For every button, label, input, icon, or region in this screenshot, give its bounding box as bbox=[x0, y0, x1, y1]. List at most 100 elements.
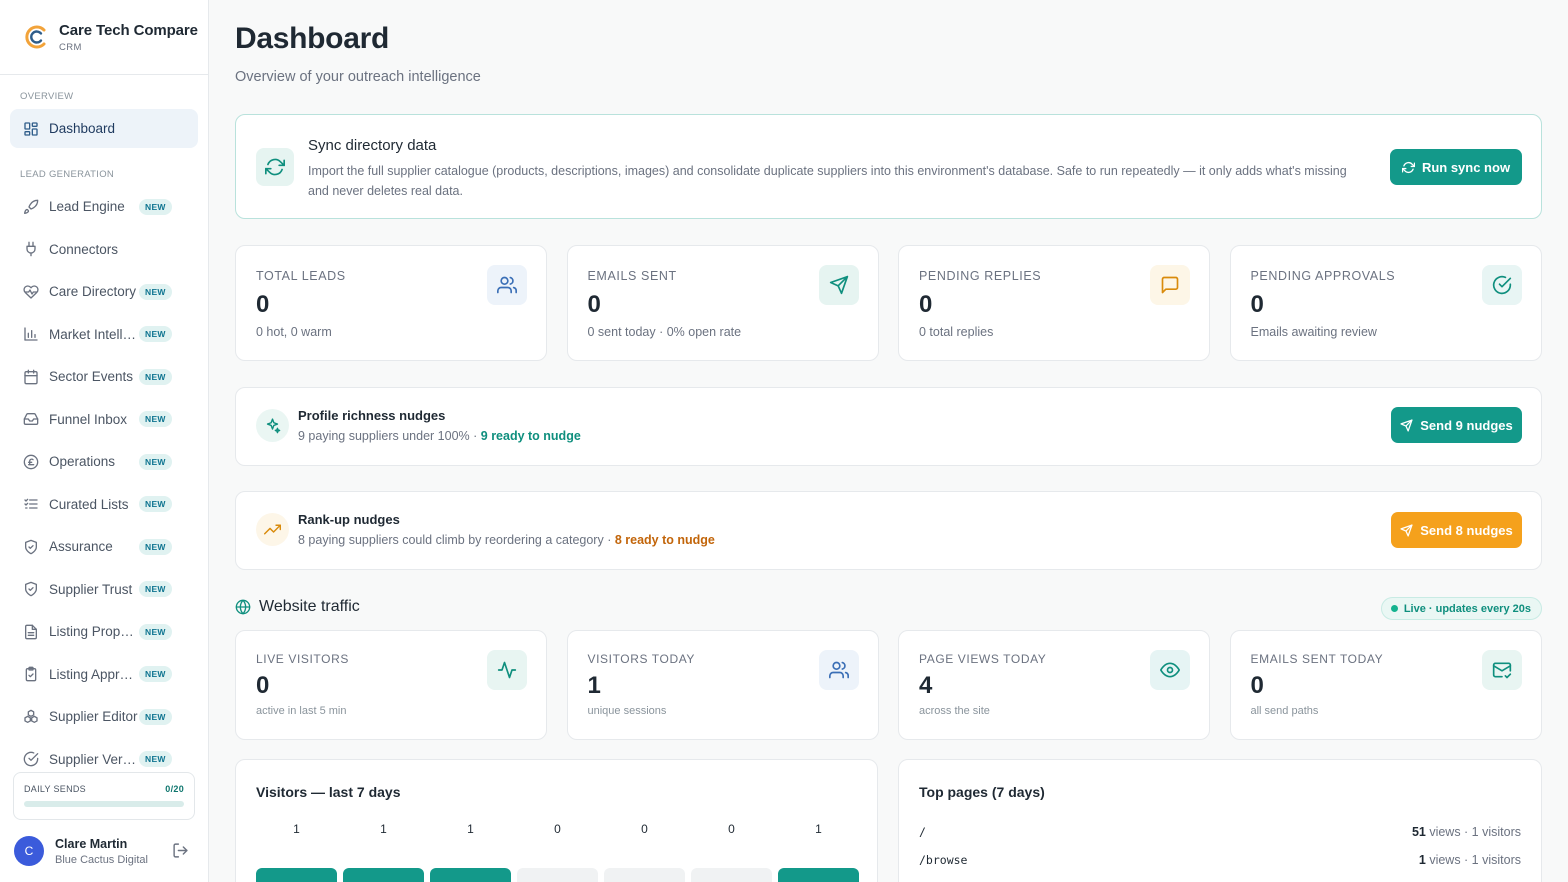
stat-value: 0 bbox=[1250, 291, 1264, 318]
new-badge: NEW bbox=[139, 283, 172, 300]
sidebar-item-label: Funnel Inbox bbox=[49, 411, 128, 427]
sidebar-item-listing-proposals[interactable]: Listing ProposalsNEW bbox=[10, 612, 198, 651]
daily-sends-value: 0/20 bbox=[165, 784, 184, 794]
profile-nudge-ready: 9 ready to nudge bbox=[480, 429, 581, 443]
sidebar-item-lead-engine[interactable]: Lead Engine NEW bbox=[10, 187, 198, 226]
heart-icon bbox=[23, 284, 39, 300]
top-pages-title: Top pages (7 days) bbox=[919, 784, 1045, 800]
sidebar-item-label: Curated Lists bbox=[49, 496, 129, 512]
send-rank-nudges-button[interactable]: Send 8 nudges bbox=[1391, 512, 1522, 548]
bar-value-label: 1 bbox=[467, 822, 474, 836]
live-status-label: Live · updates every 20s bbox=[1403, 602, 1531, 615]
daily-sends-label: DAILY SENDS bbox=[24, 784, 86, 794]
chart-bar[interactable] bbox=[778, 868, 859, 882]
sidebar-item-curated-lists[interactable]: Curated Lists NEW bbox=[10, 485, 198, 524]
sidebar-item-label: Care Directory bbox=[49, 284, 137, 299]
stat-value: 0 bbox=[919, 291, 933, 318]
visitors-today-card: VISITORS TODAY 1 unique sessions bbox=[566, 630, 879, 740]
bar-chart-icon bbox=[23, 326, 39, 342]
rank-nudge-card: Rank-up nudges 8 paying suppliers could … bbox=[235, 491, 1542, 570]
send-profile-nudges-button[interactable]: Send 9 nudges bbox=[1391, 407, 1522, 443]
stat-label: TOTAL LEADS bbox=[256, 269, 346, 283]
website-traffic-title: Website traffic bbox=[259, 598, 360, 615]
sidebar-item-sector-events[interactable]: Sector Events NEW bbox=[10, 357, 198, 396]
checklist-icon bbox=[23, 496, 39, 512]
chart-bar[interactable] bbox=[343, 868, 424, 882]
send-icon bbox=[1400, 418, 1413, 432]
sidebar-item-supplier-trust[interactable]: Supplier Trust NEW bbox=[10, 570, 198, 609]
sidebar-item-label: Connectors bbox=[49, 241, 119, 257]
user-org: Blue Cactus Digital bbox=[55, 853, 148, 866]
page-subtitle: Overview of your outreach intelligence bbox=[235, 69, 481, 85]
stat-value: 0 bbox=[256, 672, 270, 699]
live-visitors-card: LIVE VISITORS 0 active in last 5 min bbox=[235, 630, 547, 740]
bar-value-label: 1 bbox=[815, 822, 822, 836]
sparkle-icon bbox=[256, 409, 289, 442]
new-badge: NEW bbox=[139, 623, 172, 640]
new-badge: NEW bbox=[139, 326, 172, 342]
stat-label: EMAILS SENT bbox=[587, 269, 677, 283]
nav-section-overview: OVERVIEW bbox=[20, 91, 74, 102]
page-title: Dashboard bbox=[235, 22, 389, 55]
chart-bar[interactable] bbox=[517, 868, 598, 882]
refresh-icon bbox=[256, 148, 294, 186]
mail-check-icon bbox=[1481, 650, 1522, 690]
rank-nudge-title: Rank-up nudges bbox=[298, 512, 400, 527]
top-page-row[interactable]: / 51 views · 1 visitors bbox=[919, 825, 1521, 839]
chart-bar[interactable] bbox=[430, 868, 511, 882]
page-stats-suffix: views · 1 visitors bbox=[1425, 853, 1521, 867]
send-icon bbox=[818, 265, 859, 305]
sidebar-item-care-directory[interactable]: Care Directory NEW bbox=[10, 272, 198, 311]
brand[interactable]: Care Tech Compare CRM bbox=[0, 0, 208, 75]
profile-nudge-title: Profile richness nudges bbox=[298, 408, 446, 423]
chart-bar[interactable] bbox=[604, 868, 685, 882]
pound-icon bbox=[23, 454, 39, 470]
profile-nudge-description: 9 paying suppliers under 100% · 9 ready … bbox=[298, 429, 581, 443]
plug-icon bbox=[23, 241, 39, 257]
sidebar-item-dashboard[interactable]: Dashboard bbox=[10, 109, 198, 148]
bar-value-label: 1 bbox=[380, 822, 387, 836]
sidebar-item-supplier-editor[interactable]: Supplier Editor NEW bbox=[10, 697, 198, 736]
brand-subtitle: CRM bbox=[59, 41, 82, 53]
sync-title: Sync directory data bbox=[308, 137, 437, 154]
sidebar-item-operations[interactable]: Operations NEW bbox=[10, 442, 198, 481]
users-icon bbox=[487, 265, 527, 305]
clipboard-check-icon bbox=[23, 666, 39, 682]
run-sync-button[interactable]: Run sync now bbox=[1390, 149, 1522, 185]
rank-nudge-description: 8 paying suppliers could climb by reorde… bbox=[298, 533, 715, 547]
chart-bar[interactable] bbox=[691, 868, 772, 882]
stat-value: 4 bbox=[919, 672, 933, 699]
top-page-row[interactable]: /browse 1 views · 1 visitors bbox=[919, 853, 1521, 867]
inbox-icon bbox=[23, 411, 39, 427]
page-path: /browse bbox=[919, 853, 968, 867]
globe-icon bbox=[235, 599, 251, 615]
user-profile[interactable]: C Clare Martin Blue Cactus Digital bbox=[14, 836, 194, 866]
stat-subtext: active in last 5 min bbox=[256, 705, 347, 717]
new-badge: NEW bbox=[139, 198, 172, 215]
daily-sends-widget: DAILY SENDS 0/20 bbox=[13, 772, 195, 820]
stat-value: 0 bbox=[587, 291, 601, 318]
dashboard-icon bbox=[23, 121, 39, 137]
sidebar-item-connectors[interactable]: Connectors bbox=[10, 230, 198, 269]
new-badge: NEW bbox=[139, 496, 172, 512]
sidebar-item-label: Listing Proposals bbox=[49, 624, 139, 639]
sidebar-item-funnel-inbox[interactable]: Funnel Inbox NEW bbox=[10, 400, 198, 439]
logout-icon[interactable] bbox=[172, 842, 189, 859]
bar-value-label: 0 bbox=[728, 822, 735, 836]
avatar: C bbox=[14, 836, 44, 866]
calendar-icon bbox=[23, 369, 39, 385]
live-dot bbox=[1390, 605, 1398, 612]
profile-nudge-card: Profile richness nudges 9 paying supplie… bbox=[235, 387, 1542, 466]
check-circle-icon bbox=[1481, 265, 1522, 305]
sidebar-item-assurance[interactable]: Assurance NEW bbox=[10, 527, 198, 566]
sidebar-item-label: Supplier Verification bbox=[49, 751, 139, 767]
sidebar-item-label: Supplier Trust bbox=[49, 581, 133, 597]
bar-value-label: 1 bbox=[293, 822, 300, 836]
eye-icon bbox=[1150, 650, 1190, 690]
sidebar-item-label: Assurance bbox=[49, 539, 113, 554]
sidebar-item-market-intelligence[interactable]: Market IntelligenceNEW bbox=[10, 315, 198, 354]
page-views: 1 bbox=[1418, 853, 1426, 867]
new-badge: NEW bbox=[139, 453, 172, 470]
chart-bar[interactable] bbox=[256, 868, 337, 882]
sidebar-item-listing-approvals[interactable]: Listing ApprovalsNEW bbox=[10, 655, 198, 694]
